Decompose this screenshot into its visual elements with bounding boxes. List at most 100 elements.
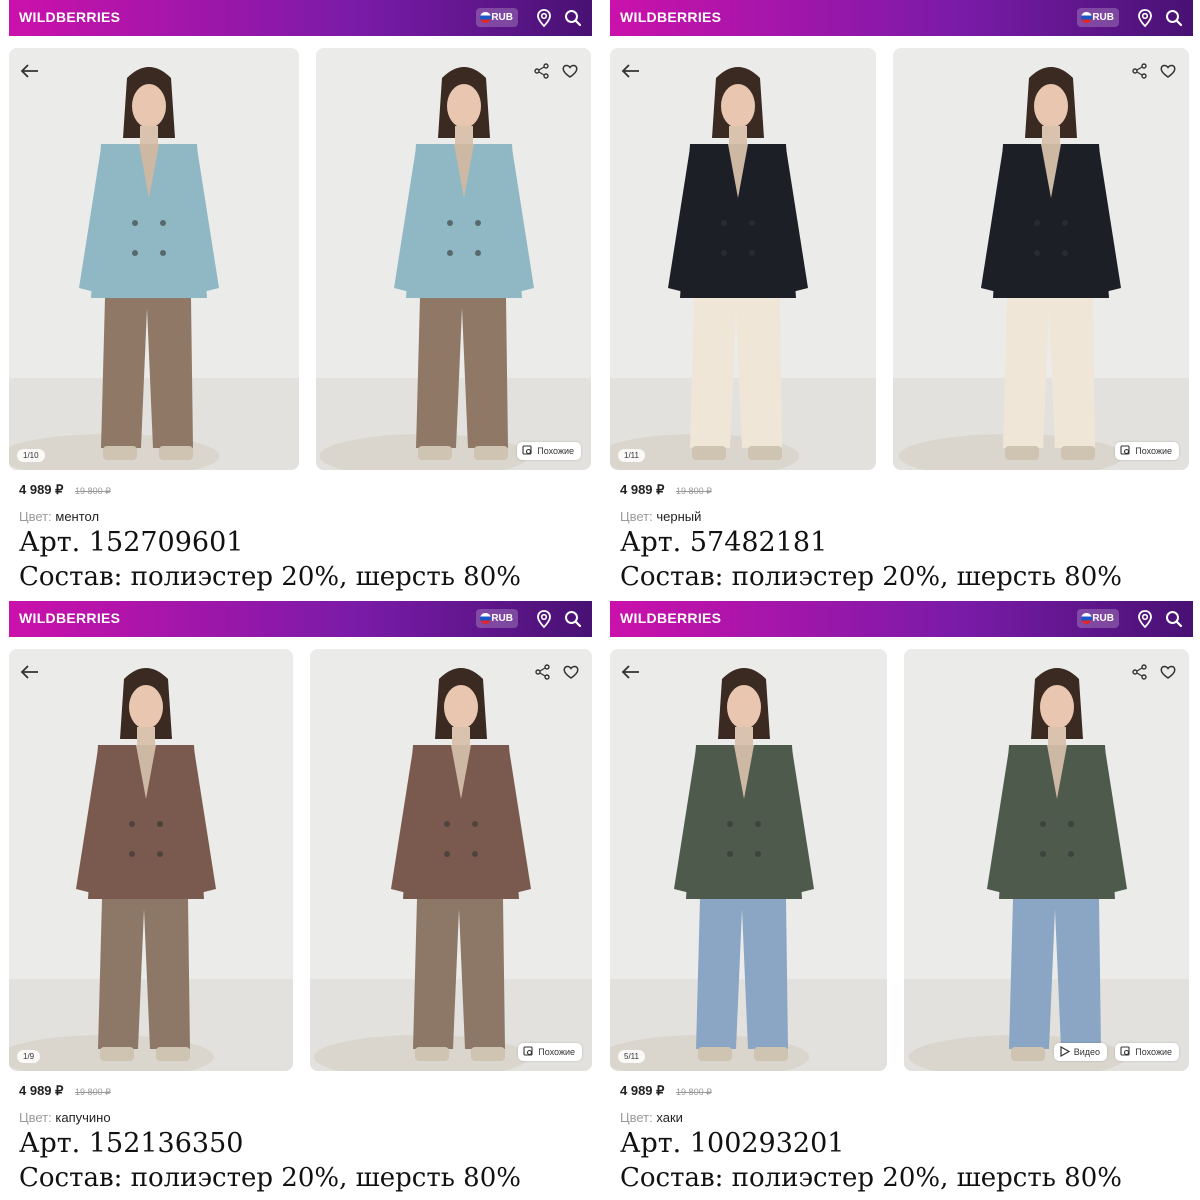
currency-label: RUB: [1092, 12, 1114, 23]
back-arrow-icon[interactable]: [19, 62, 41, 80]
color-info: Цвет: ментол: [19, 509, 99, 524]
product-card: WILDBERRIES RUB: [610, 601, 1193, 1196]
price: 4 989 ₽ 19 800 ₽: [620, 1083, 712, 1099]
composition: Состав: полиэстер 20%, шерсть 80%: [19, 562, 521, 592]
color-label: Цвет:: [19, 509, 52, 524]
search-icon[interactable]: [563, 609, 583, 629]
product-photo-scene: [610, 649, 887, 1071]
current-price: 4 989 ₽: [620, 482, 665, 497]
article-number: Арт. 57482181: [620, 527, 828, 558]
brand-logo[interactable]: WILDBERRIES: [620, 610, 721, 626]
product-photo-main[interactable]: 1/9: [9, 649, 293, 1071]
color-value: хаки: [656, 1110, 683, 1125]
back-arrow-icon[interactable]: [620, 62, 642, 80]
photo-counter: 1/9: [17, 1050, 41, 1063]
photo-counter: 1/11: [618, 449, 645, 462]
photo-counter: 5/11: [618, 1050, 645, 1063]
currency-button[interactable]: RUB: [476, 609, 518, 628]
russia-flag-icon: [1081, 12, 1092, 23]
price: 4 989 ₽ 19 800 ₽: [620, 482, 712, 498]
similar-label: Похожие: [1135, 446, 1172, 456]
share-icon[interactable]: [534, 663, 552, 681]
heart-icon[interactable]: [1159, 62, 1177, 80]
location-pin-icon[interactable]: [1135, 609, 1155, 629]
composition: Состав: полиэстер 20%, шерсть 80%: [620, 562, 1122, 592]
heart-icon[interactable]: [562, 663, 580, 681]
video-button[interactable]: Видео: [1053, 1043, 1107, 1061]
product-card: WILDBERRIES RUB: [9, 0, 592, 595]
app-header: WILDBERRIES RUB: [9, 0, 592, 36]
share-icon[interactable]: [1131, 663, 1149, 681]
color-label: Цвет:: [620, 509, 653, 524]
similar-label: Похожие: [537, 446, 574, 456]
similar-search-icon: [1120, 445, 1130, 455]
product-photo-secondary[interactable]: Видео Похожие: [904, 649, 1189, 1071]
color-info: Цвет: черный: [620, 509, 701, 524]
current-price: 4 989 ₽: [620, 1083, 665, 1098]
color-value: ментол: [55, 509, 100, 524]
article-number: Арт. 152136350: [19, 1128, 244, 1159]
heart-icon[interactable]: [1159, 663, 1177, 681]
brand-logo[interactable]: WILDBERRIES: [19, 9, 120, 25]
currency-label: RUB: [491, 12, 513, 23]
similar-button[interactable]: Похожие: [1115, 442, 1179, 460]
color-label: Цвет:: [19, 1110, 52, 1125]
russia-flag-icon: [480, 12, 491, 23]
price: 4 989 ₽ 19 800 ₽: [19, 1083, 111, 1099]
currency-label: RUB: [491, 613, 513, 624]
currency-label: RUB: [1092, 613, 1114, 624]
similar-label: Похожие: [538, 1047, 575, 1057]
old-price: 19 800 ₽: [676, 486, 712, 496]
similar-label: Похожие: [1135, 1047, 1172, 1057]
app-header: WILDBERRIES RUB: [610, 601, 1193, 637]
product-photo-scene: [310, 649, 592, 1071]
currency-button[interactable]: RUB: [476, 8, 518, 27]
product-photo-main[interactable]: 5/11: [610, 649, 887, 1071]
brand-logo[interactable]: WILDBERRIES: [19, 610, 120, 626]
article-number: Арт. 100293201: [620, 1128, 845, 1159]
video-label: Видео: [1073, 1047, 1100, 1057]
product-photo-secondary[interactable]: Похожие: [316, 48, 591, 470]
currency-button[interactable]: RUB: [1077, 8, 1119, 27]
play-icon: [1060, 1046, 1070, 1057]
old-price: 19 800 ₽: [75, 486, 111, 496]
location-pin-icon[interactable]: [1135, 8, 1155, 28]
product-photo-scene: [9, 48, 299, 470]
old-price: 19 800 ₽: [676, 1087, 712, 1097]
color-info: Цвет: хаки: [620, 1110, 683, 1125]
product-photo-main[interactable]: 1/11: [610, 48, 876, 470]
composition: Состав: полиэстер 20%, шерсть 80%: [620, 1163, 1122, 1193]
search-icon[interactable]: [1164, 609, 1184, 629]
product-photo-scene: [893, 48, 1189, 470]
share-icon[interactable]: [533, 62, 551, 80]
product-photo-secondary[interactable]: Похожие: [310, 649, 592, 1071]
product-card: WILDBERRIES RUB: [610, 0, 1193, 595]
similar-button[interactable]: Похожие: [518, 1043, 582, 1061]
currency-button[interactable]: RUB: [1077, 609, 1119, 628]
similar-search-icon: [1120, 1046, 1130, 1056]
similar-search-icon: [522, 445, 532, 455]
share-icon[interactable]: [1131, 62, 1149, 80]
back-arrow-icon[interactable]: [620, 663, 642, 681]
brand-logo[interactable]: WILDBERRIES: [620, 9, 721, 25]
similar-button[interactable]: Похожие: [1115, 1043, 1179, 1061]
app-header: WILDBERRIES RUB: [610, 0, 1193, 36]
product-photo-main[interactable]: 1/10: [9, 48, 299, 470]
search-icon[interactable]: [563, 8, 583, 28]
back-arrow-icon[interactable]: [19, 663, 41, 681]
location-pin-icon[interactable]: [534, 8, 554, 28]
search-icon[interactable]: [1164, 8, 1184, 28]
current-price: 4 989 ₽: [19, 1083, 64, 1098]
product-photo-scene: [610, 48, 876, 470]
heart-icon[interactable]: [561, 62, 579, 80]
russia-flag-icon: [480, 613, 491, 624]
color-info: Цвет: капучино: [19, 1110, 111, 1125]
location-pin-icon[interactable]: [534, 609, 554, 629]
similar-button[interactable]: Похожие: [517, 442, 581, 460]
color-value: капучино: [55, 1110, 111, 1125]
product-photo-scene: [316, 48, 591, 470]
old-price: 19 800 ₽: [75, 1087, 111, 1097]
product-photo-secondary[interactable]: Похожие: [893, 48, 1189, 470]
photo-counter: 1/10: [17, 449, 45, 462]
product-photo-scene: [9, 649, 293, 1071]
